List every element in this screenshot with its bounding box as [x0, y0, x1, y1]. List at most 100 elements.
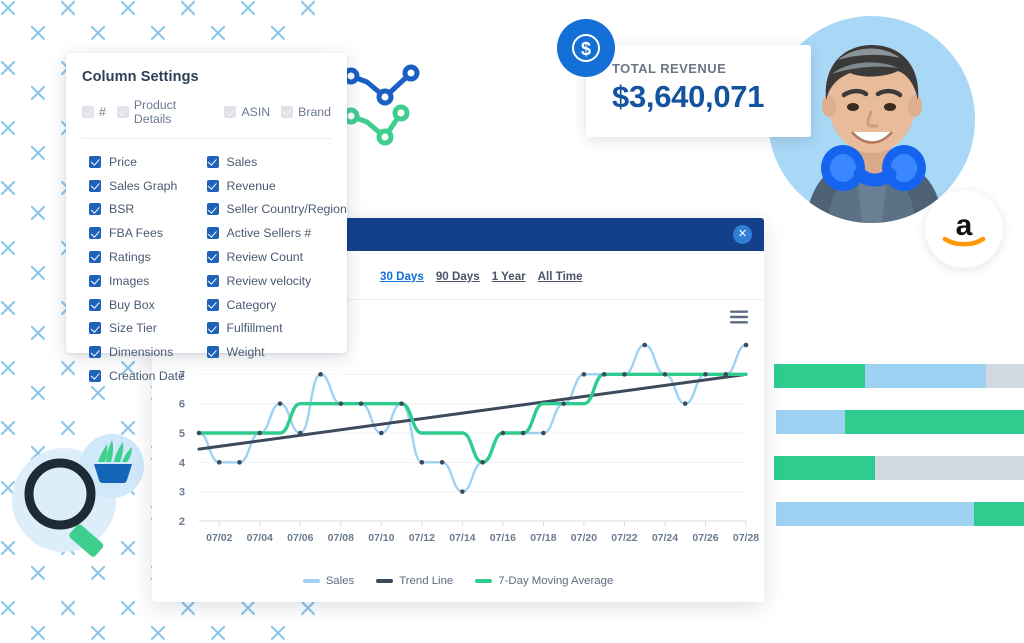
- column-setting-label: Images: [109, 273, 150, 288]
- checkbox-weight[interactable]: [206, 346, 219, 359]
- checkbox-sales[interactable]: [206, 155, 219, 168]
- column-setting-row[interactable]: Active Sellers #: [206, 221, 332, 245]
- data-point: [338, 401, 344, 406]
- magnifier-decoration: [12, 434, 144, 557]
- column-setting-row[interactable]: Price: [89, 150, 207, 174]
- column-setting-label: Dimensions: [109, 345, 174, 360]
- checkbox-buy-box[interactable]: [89, 298, 101, 311]
- checkbox-review-count[interactable]: [206, 251, 219, 264]
- column-setting-label: BSR: [109, 202, 135, 217]
- checkbox-product-details: [116, 106, 129, 118]
- column-setting-row[interactable]: Size Tier: [89, 317, 207, 341]
- column-setting-row[interactable]: Ratings: [89, 245, 207, 269]
- checkbox-fulfillment[interactable]: [206, 322, 219, 335]
- locked-column-label: Brand: [298, 105, 331, 119]
- y-axis-tick-label: 4: [179, 457, 186, 469]
- x-axis-tick-label: 07/20: [571, 532, 597, 544]
- x-axis-tick-label: 07/12: [409, 532, 435, 544]
- checkbox-bsr[interactable]: [89, 203, 101, 216]
- column-setting-row[interactable]: BSR: [89, 198, 207, 222]
- checkbox-seller-country-region[interactable]: [206, 203, 219, 216]
- stacked-bar: [776, 410, 1024, 434]
- stacked-bar: [776, 502, 1024, 526]
- checkbox-brand: [281, 106, 294, 118]
- column-setting-row[interactable]: Review velocity: [206, 269, 332, 293]
- column-setting-row[interactable]: Images: [89, 269, 207, 293]
- data-point: [460, 489, 465, 494]
- locked-column-item: #: [82, 105, 106, 119]
- checkbox-active-sellers[interactable]: [206, 227, 219, 240]
- data-point: [379, 430, 384, 436]
- range-tab-all-time[interactable]: All Time: [538, 270, 583, 283]
- hamburger-menu-icon[interactable]: [730, 310, 748, 324]
- column-settings-right-list: Sales Revenue Seller Country/Region Active …: [206, 150, 347, 388]
- column-setting-row[interactable]: Revenue: [206, 174, 332, 198]
- column-setting-label: Category: [226, 297, 277, 312]
- column-settings-panel: Column Settings # Product Details ASIN Bran…: [66, 53, 347, 383]
- revenue-label: TOTAL REVENUE: [612, 61, 727, 76]
- checkbox-creation-date[interactable]: [89, 370, 101, 383]
- x-axis-tick-label: 07/26: [692, 532, 718, 544]
- close-icon[interactable]: ✕: [733, 225, 752, 244]
- range-tab-90-days[interactable]: 90 Days: [436, 270, 480, 283]
- stacked-bar-segment: [774, 456, 875, 480]
- data-point: [561, 401, 566, 406]
- data-point: [500, 430, 506, 436]
- checkbox-images[interactable]: [89, 274, 101, 287]
- data-point: [297, 430, 303, 436]
- total-revenue-card: TOTAL REVENUE $3,640,071: [586, 45, 811, 137]
- data-point: [399, 401, 404, 406]
- column-setting-row[interactable]: Weight: [206, 340, 332, 364]
- range-tab-1-year[interactable]: 1 Year: [492, 270, 526, 283]
- data-point: [419, 460, 425, 465]
- data-point: [662, 372, 668, 377]
- column-setting-label: Sales Graph: [109, 178, 178, 193]
- svg-text:a: a: [956, 209, 973, 242]
- checkbox-review-velocity[interactable]: [206, 274, 219, 287]
- column-setting-row[interactable]: Dimensions: [89, 340, 207, 364]
- checkbox-revenue[interactable]: [206, 179, 219, 192]
- x-axis-tick-label: 07/02: [206, 532, 232, 544]
- y-axis-tick-label: 6: [179, 399, 185, 411]
- column-setting-row[interactable]: Sales Graph: [89, 174, 207, 198]
- x-axis-tick-label: 07/18: [530, 532, 556, 544]
- column-setting-row[interactable]: Fulfillment: [206, 317, 332, 341]
- data-point: [682, 401, 688, 406]
- column-setting-row[interactable]: Seller Country/Region: [206, 198, 347, 222]
- x-axis-tick-label: 07/24: [652, 532, 678, 544]
- data-point: [723, 372, 729, 377]
- column-setting-label: Ratings: [109, 250, 151, 265]
- amazon-logo-badge: a: [925, 190, 1003, 268]
- checkbox-sales-graph[interactable]: [89, 179, 101, 192]
- column-setting-row[interactable]: FBA Fees: [89, 221, 207, 245]
- column-setting-row[interactable]: Creation Date: [89, 364, 207, 388]
- checkbox-category[interactable]: [206, 298, 219, 311]
- y-axis-tick-label: 3: [179, 487, 185, 499]
- x-axis-tick-label: 07/28: [733, 532, 759, 544]
- stacked-bar-segment: [985, 364, 1024, 388]
- column-setting-row[interactable]: Category: [206, 293, 332, 317]
- checkbox-size-tier[interactable]: [89, 322, 101, 335]
- checkbox-ratings[interactable]: [89, 251, 101, 264]
- column-setting-label: Active Sellers #: [226, 226, 312, 241]
- column-setting-row[interactable]: Review Count: [206, 245, 332, 269]
- column-setting-row[interactable]: Buy Box: [89, 293, 207, 317]
- column-setting-label: Size Tier: [109, 321, 157, 336]
- checkbox-fba-fees[interactable]: [89, 227, 101, 240]
- column-setting-label: Buy Box: [109, 297, 155, 312]
- stacked-bar-segment: [874, 456, 1024, 480]
- checkbox-dimensions[interactable]: [89, 346, 101, 359]
- column-settings-left-list: Price Sales Graph BSR FBA Fees Ratings Images…: [82, 150, 207, 388]
- locked-column-item: Brand: [281, 105, 331, 119]
- column-setting-label: Price: [109, 154, 138, 169]
- column-setting-row[interactable]: Sales: [206, 150, 332, 174]
- data-point: [358, 401, 364, 406]
- data-point: [581, 372, 587, 377]
- column-setting-label: FBA Fees: [109, 226, 163, 241]
- checkbox-price[interactable]: [89, 155, 101, 168]
- range-tab-30-days[interactable]: 30 Days: [380, 270, 424, 283]
- data-point: [480, 460, 485, 465]
- data-point: [237, 460, 242, 465]
- column-setting-label: Creation Date: [109, 369, 185, 384]
- x-axis-tick-label: 07/06: [287, 532, 313, 544]
